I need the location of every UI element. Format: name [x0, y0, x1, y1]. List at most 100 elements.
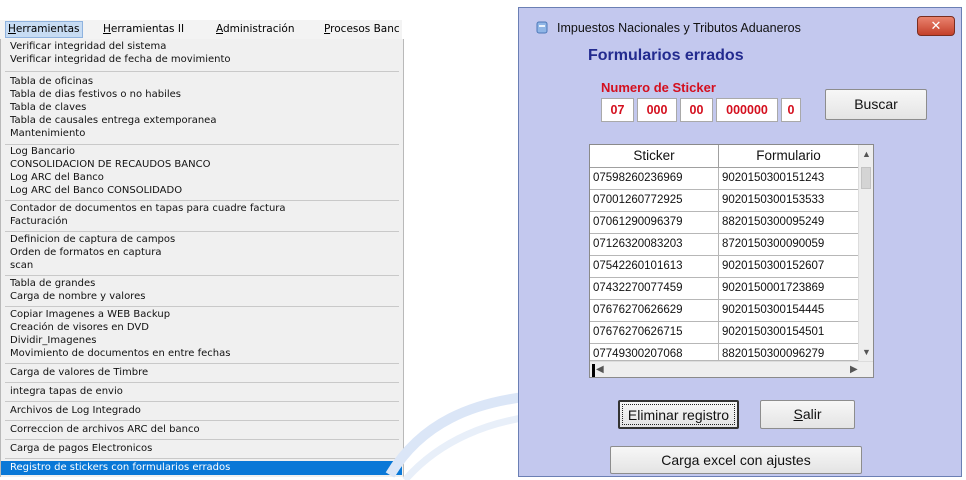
- menu-item[interactable]: scan: [1, 259, 402, 273]
- menu-administracion-label: dministración: [223, 23, 295, 35]
- salir-label: Salir: [793, 406, 822, 422]
- cell-sticker: 07126320083203: [590, 234, 719, 255]
- menu-separator: [5, 458, 399, 459]
- menu-item[interactable]: Archivos de Log Integrado: [1, 404, 402, 418]
- cell-formulario: 9020150001723869: [722, 282, 825, 294]
- cell-sticker: 07001260772925: [590, 190, 719, 211]
- cell-sticker: 07676270626629: [590, 300, 719, 321]
- menu-herramientas-label: erramientas: [15, 23, 80, 35]
- menu-item[interactable]: Log ARC del Banco CONSOLIDADO: [1, 184, 402, 198]
- cell-sticker: 07598260236969: [590, 168, 719, 189]
- window-title: Impuestos Nacionales y Tributos Aduanero…: [557, 21, 801, 35]
- stickers-grid[interactable]: Sticker Formulario 07598260236969 9020150…: [589, 144, 874, 378]
- menu-separator: [5, 231, 399, 232]
- menu-procesos-banc[interactable]: Procesos Banc: [324, 23, 400, 35]
- table-row[interactable]: 07001260772925 9020150300153533: [590, 190, 858, 212]
- menu-item[interactable]: Movimiento de documentos en entre fechas: [1, 347, 402, 361]
- menu-administracion[interactable]: Administración: [216, 23, 295, 35]
- table-row[interactable]: 07676270626715 9020150300154501: [590, 322, 858, 344]
- scroll-up-icon[interactable]: ▲: [862, 149, 871, 159]
- table-row[interactable]: 07749300207068 8820150300096279: [590, 344, 858, 365]
- menu-item[interactable]: Dividir_Imagenes: [1, 334, 402, 348]
- sticker-segment-3[interactable]: 00: [680, 98, 713, 122]
- menu-item[interactable]: Contador de documentos en tapas para cua…: [1, 202, 402, 216]
- cell-formulario: 9020150300154501: [722, 326, 825, 338]
- herramientas-dropdown: Verificar integridad del sistema Verific…: [0, 39, 404, 477]
- app-icon: [536, 21, 548, 34]
- scroll-down-icon[interactable]: ▼: [862, 347, 871, 357]
- scroll-right-icon[interactable]: ▶: [850, 364, 858, 375]
- sticker-segment-2[interactable]: 000: [637, 98, 677, 122]
- menu-item[interactable]: Tabla de claves: [1, 101, 402, 115]
- horizontal-scrollbar[interactable]: ◀ ▶: [590, 361, 873, 377]
- column-header-formulario[interactable]: Formulario: [719, 145, 858, 167]
- grid-header: Sticker Formulario: [590, 145, 858, 168]
- menu-herramientas-ii[interactable]: Herramientas II: [103, 23, 184, 35]
- menu-separator: [5, 420, 399, 421]
- cell-formulario: 9020150300153533: [722, 194, 825, 206]
- menu-procesos-banc-label: rocesos Banc: [330, 23, 400, 35]
- menu-herramientas[interactable]: Herramientas: [5, 21, 83, 38]
- menu-item[interactable]: Tabla de grandes: [1, 277, 402, 291]
- vertical-scroll-thumb[interactable]: [861, 167, 871, 189]
- menu-item[interactable]: Tabla de dias festivos o no habiles: [1, 88, 402, 102]
- menu-item[interactable]: CONSOLIDACION DE RECAUDOS BANCO: [1, 158, 402, 172]
- menu-item[interactable]: Copiar Imagenes a WEB Backup: [1, 308, 402, 322]
- menu-separator: [5, 382, 399, 383]
- menu-item[interactable]: Creación de visores en DVD: [1, 321, 402, 335]
- menu-item[interactable]: Facturación: [1, 215, 402, 229]
- table-row[interactable]: 07542260101613 9020150300152607: [590, 256, 858, 278]
- sticker-segment-4[interactable]: 000000: [716, 98, 778, 122]
- menu-bar: Herramientas Herramientas II Administrac…: [0, 20, 402, 40]
- current-row-marker: [592, 364, 595, 377]
- cell-formulario: 9020150300154445: [722, 304, 825, 316]
- table-row[interactable]: 07676270626629 9020150300154445: [590, 300, 858, 322]
- menu-item[interactable]: Verificar integridad de fecha de movimie…: [1, 53, 402, 67]
- table-row[interactable]: 07432270077459 9020150001723869: [590, 278, 858, 300]
- sticker-label: Numero de Sticker: [601, 80, 716, 95]
- salir-button[interactable]: Salir: [760, 400, 855, 429]
- scroll-left-icon[interactable]: ◀: [596, 364, 604, 375]
- menu-herramientas-ii-label: erramientas II: [110, 23, 185, 35]
- cell-formulario: 9020150300151243: [722, 172, 825, 184]
- menu-item[interactable]: Correccion de archivos ARC del banco: [1, 423, 402, 437]
- menu-item[interactable]: integra tapas de envio: [1, 385, 402, 399]
- menu-item-selected[interactable]: Registro de stickers con formularios err…: [1, 461, 402, 475]
- table-row[interactable]: 07061290096379 8820150300095249: [590, 212, 858, 234]
- menu-separator: [5, 200, 399, 201]
- cell-formulario: 8820150300095249: [722, 216, 825, 228]
- buscar-button[interactable]: Buscar: [825, 89, 927, 120]
- menu-separator: [5, 306, 399, 307]
- formularios-errados-dialog: Impuestos Nacionales y Tributos Aduanero…: [518, 7, 962, 477]
- menu-separator: [5, 363, 399, 364]
- vertical-scrollbar[interactable]: ▲ ▼: [858, 145, 873, 361]
- menu-item[interactable]: Tabla de oficinas: [1, 75, 402, 89]
- sticker-segment-5[interactable]: 0: [781, 98, 801, 122]
- sticker-segment-1[interactable]: 07: [601, 98, 634, 122]
- cell-formulario: 8720150300090059: [722, 238, 825, 250]
- menu-item[interactable]: Carga de nombre y valores: [1, 290, 402, 304]
- menu-item[interactable]: Carga de valores de Timbre: [1, 366, 402, 380]
- menu-item[interactable]: Log ARC del Banco: [1, 171, 402, 185]
- cell-sticker: 07432270077459: [590, 278, 719, 299]
- carga-excel-button[interactable]: Carga excel con ajustes: [610, 446, 862, 474]
- menu-item[interactable]: Verificar integridad del sistema: [1, 40, 402, 54]
- menu-item[interactable]: Mantenimiento: [1, 127, 402, 141]
- column-header-sticker[interactable]: Sticker: [590, 145, 719, 167]
- eliminar-registro-button[interactable]: Eliminar registro: [618, 400, 739, 429]
- menu-item[interactable]: Orden de formatos en captura: [1, 246, 402, 260]
- menu-separator: [5, 275, 399, 276]
- cell-sticker: 07676270626715: [590, 322, 719, 343]
- menu-item[interactable]: Tabla de causales entrega extemporanea: [1, 114, 402, 128]
- menu-item[interactable]: Definicion de captura de campos: [1, 233, 402, 247]
- focus-ring: [622, 404, 735, 425]
- menu-item[interactable]: Carga de pagos Electronicos: [1, 442, 402, 456]
- menu-separator: [5, 439, 399, 440]
- table-row[interactable]: 07126320083203 8720150300090059: [590, 234, 858, 256]
- menu-item[interactable]: Log Bancario: [1, 145, 402, 159]
- menu-separator: [5, 401, 399, 402]
- menu-separator: [5, 71, 399, 72]
- table-row[interactable]: 07598260236969 9020150300151243: [590, 168, 858, 190]
- cell-sticker: 07542260101613: [590, 256, 719, 277]
- close-button[interactable]: ✕: [917, 16, 955, 36]
